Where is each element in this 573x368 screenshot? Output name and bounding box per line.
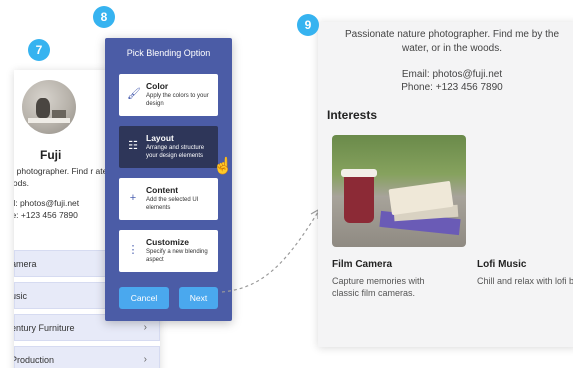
avatar bbox=[22, 80, 76, 134]
next-button[interactable]: Next bbox=[179, 287, 218, 309]
modal-title: Pick Blending Option bbox=[126, 48, 211, 58]
cancel-button[interactable]: Cancel bbox=[119, 287, 169, 309]
list-item[interactable]: Production › bbox=[14, 346, 160, 368]
option-description: Add the selected UI elements bbox=[146, 197, 199, 211]
option-description: Apply the colors to your design bbox=[146, 93, 209, 107]
option-description: Arrange and structure your design elemen… bbox=[146, 145, 205, 159]
option-title: Color bbox=[146, 81, 169, 91]
step-9-badge: 9 bbox=[297, 14, 319, 36]
layout-icon: ☷ bbox=[128, 140, 138, 152]
list-item-label: Production bbox=[14, 354, 55, 365]
option-color[interactable]: 🖌 Color Apply the colors to your design bbox=[119, 74, 218, 116]
interest-description: Capture memories with classic film camer… bbox=[332, 276, 425, 298]
detail-bio: Passionate nature photographer. Find me … bbox=[344, 29, 560, 54]
list-item-label: entury Furniture bbox=[14, 322, 75, 333]
detail-contact: Email: photos@fuji.net Phone: +123 456 7… bbox=[332, 68, 572, 94]
brush-icon: 🖌 bbox=[127, 88, 141, 100]
interest-card-lofi-music[interactable]: Lofi Music Chill and relax with lofi bea… bbox=[477, 135, 573, 287]
film-camera-image bbox=[332, 135, 466, 247]
option-title: Customize bbox=[146, 237, 189, 247]
detail-email: Email: photos@fuji.net bbox=[401, 69, 503, 80]
option-description: Specify a new blending aspect bbox=[146, 249, 208, 263]
interest-title: Lofi Music bbox=[477, 259, 527, 270]
interests-heading: Interests bbox=[327, 108, 378, 122]
interest-card-film-camera[interactable]: Film Camera Capture memories with classi… bbox=[332, 135, 466, 299]
option-customize[interactable]: ⋮ Customize Specify a new blending aspec… bbox=[119, 230, 218, 272]
chevron-right-icon: › bbox=[143, 322, 147, 333]
option-layout[interactable]: ☷ Layout Arrange and structure your desi… bbox=[119, 126, 218, 168]
list-item-label: amera bbox=[14, 258, 37, 269]
interest-title: Film Camera bbox=[332, 259, 393, 270]
option-title: Content bbox=[146, 185, 179, 195]
blending-option-modal: Pick Blending Option 🖌 Color Apply the c… bbox=[105, 38, 233, 321]
plus-icon: + bbox=[129, 192, 137, 204]
detail-phone: Phone: +123 456 7890 bbox=[401, 82, 503, 93]
option-title: Layout bbox=[146, 133, 174, 143]
step-7-badge: 7 bbox=[28, 39, 50, 61]
more-vertical-icon: ⋮ bbox=[127, 244, 139, 256]
profile-name: Fuji bbox=[40, 148, 62, 162]
interest-description: Chill and relax with lofi beats. bbox=[477, 276, 573, 286]
list-item-label: usic bbox=[14, 290, 28, 301]
hand-cursor-icon: ☝ bbox=[213, 158, 233, 175]
option-content[interactable]: + Content Add the selected UI elements bbox=[119, 178, 218, 220]
step-8-badge: 8 bbox=[93, 6, 115, 28]
profile-detail-card: Passionate nature photographer. Find me … bbox=[318, 22, 573, 347]
chevron-right-icon: › bbox=[143, 354, 147, 365]
